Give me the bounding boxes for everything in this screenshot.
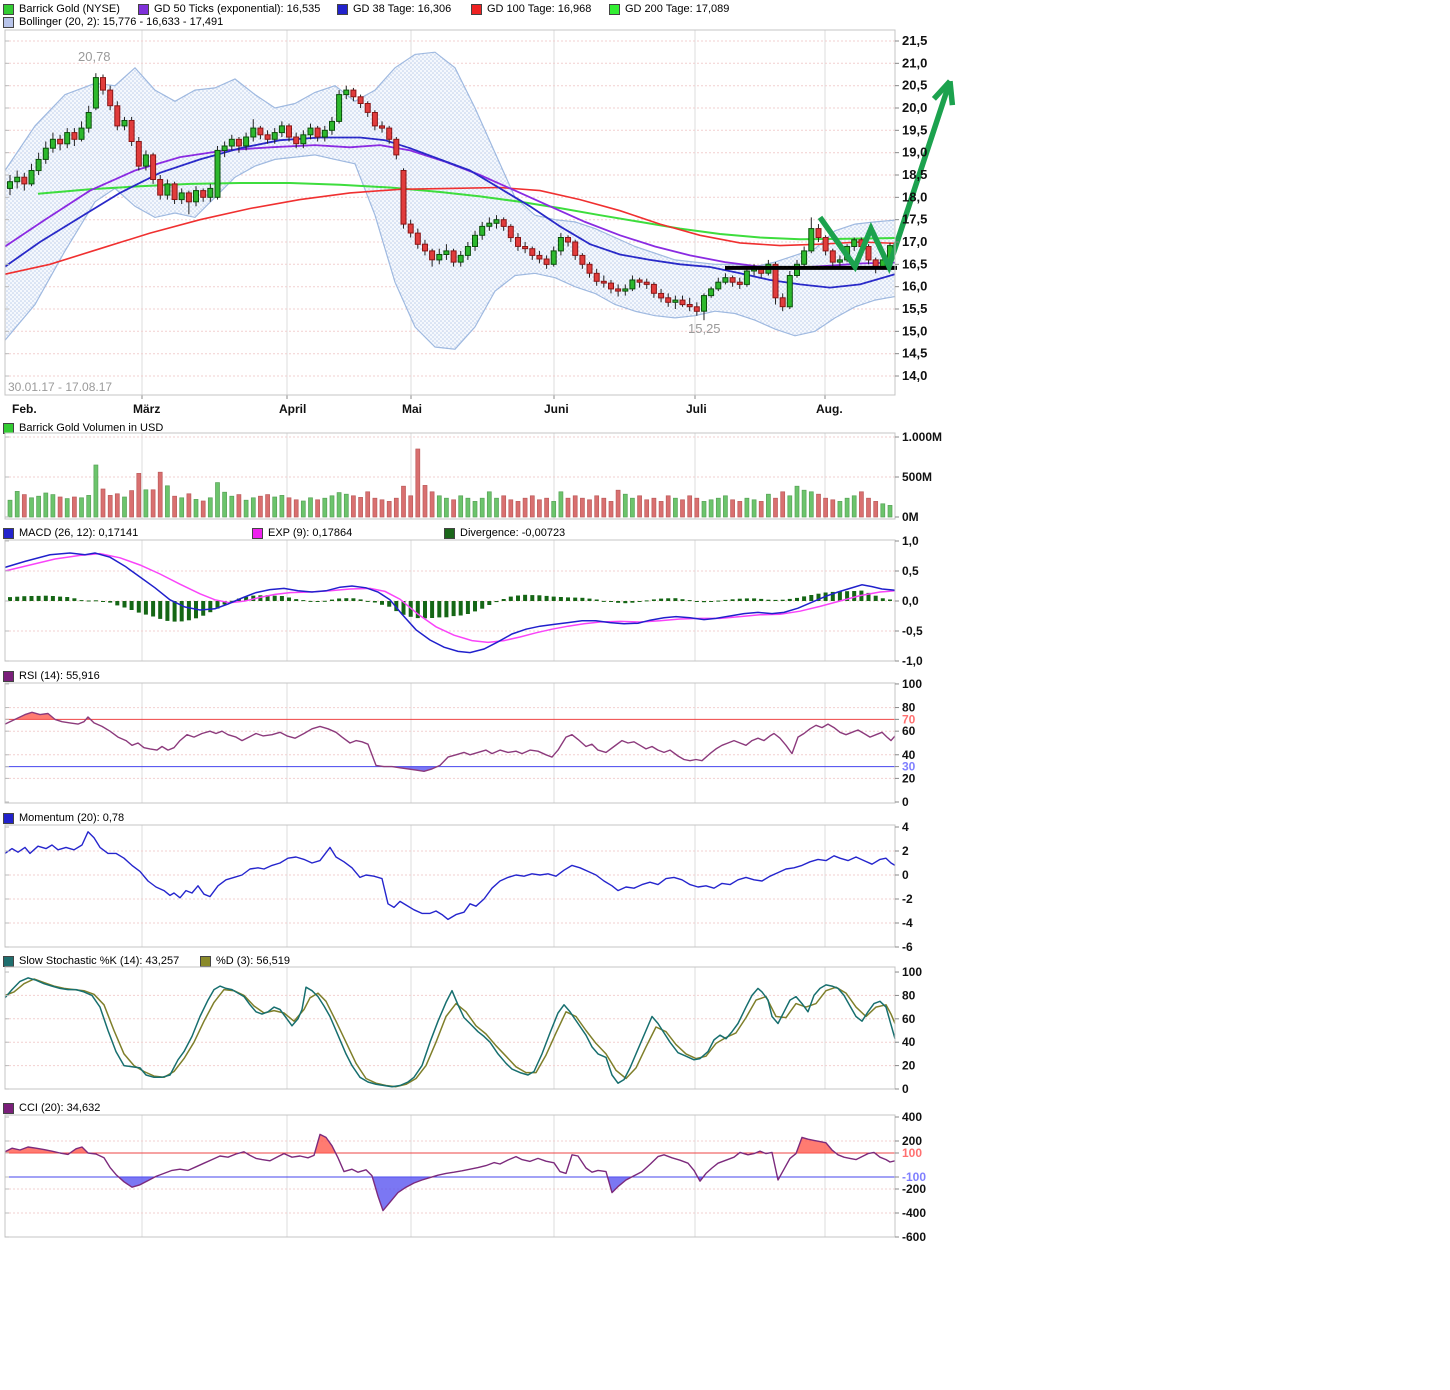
y-axis-tick-label: 20 — [902, 1059, 916, 1073]
x-axis-month-label: Aug. — [816, 402, 843, 416]
y-axis-tick-label: -0,5 — [902, 624, 923, 638]
y-axis-tick-label: 17,5 — [902, 212, 927, 227]
x-axis-month-label: Juli — [686, 402, 707, 416]
y-axis-tick-label: 19,5 — [902, 122, 927, 137]
y-axis-tick-label: 18,5 — [902, 167, 927, 182]
y-axis-tick-label: 40 — [902, 1035, 916, 1049]
y-axis-tick-label: 0 — [902, 1082, 909, 1096]
y-axis-tick-label: 17,0 — [902, 234, 927, 249]
y-axis-tick-label: 0,5 — [902, 564, 919, 578]
y-axis-tick-label: 100 — [902, 965, 922, 979]
volume-panel: 1.000M 500M 0M — [5, 430, 942, 524]
technical-analysis-page: Barrick Gold (NYSE) GD 50 Ticks (exponen… — [0, 0, 1450, 1390]
y-axis-tick-label: 1,0 — [902, 534, 919, 548]
y-axis-tick-label: 15,5 — [902, 301, 927, 316]
x-axis-month-label: Feb. — [12, 402, 37, 416]
x-axis-month-label: April — [279, 402, 306, 416]
y-axis-tick-label: 20 — [902, 771, 916, 785]
y-axis-tick-label: 21,0 — [902, 55, 927, 70]
y-axis-tick-label: 4 — [902, 820, 909, 834]
x-axis-month-label: Mai — [402, 402, 422, 416]
y-axis-tick-label: 0 — [902, 868, 909, 882]
y-axis-tick-label: 1.000M — [902, 430, 942, 444]
chart-canvas: 20,78 15,25 30.01.17 - 17.08.17 Feb. März Apr… — [0, 0, 1450, 1390]
y-axis-tick-label: 60 — [902, 1012, 916, 1026]
y-axis-tick-label: 20,5 — [902, 78, 927, 93]
y-axis-tick-label: -200 — [902, 1182, 926, 1196]
y-axis-tick-label: -600 — [902, 1230, 926, 1244]
x-axis-month-label: Juni — [544, 402, 569, 416]
y-axis-tick-label: 0 — [902, 795, 909, 809]
x-axis-month-label: März — [133, 402, 160, 416]
y-axis-tick-label: 16,0 — [902, 279, 927, 294]
y-axis-tick-label: -400 — [902, 1206, 926, 1220]
y-axis-tick-label: 60 — [902, 724, 916, 738]
rsi-panel: 1008070604030200 — [5, 677, 922, 809]
price-annotation: 20,78 — [78, 49, 111, 64]
y-axis-tick-label: 100 — [902, 1146, 922, 1160]
y-axis-tick-label: 2 — [902, 844, 909, 858]
y-axis-tick-label: 16,5 — [902, 256, 927, 271]
price-annotation: 15,25 — [688, 321, 721, 336]
stoch-panel: 100 80 60 40 20 0 — [5, 965, 922, 1096]
y-axis-tick-label: 21,5 — [902, 33, 927, 48]
y-axis-tick-label: 100 — [902, 677, 922, 691]
macd-panel: 1,0 0,5 0,0 -0,5 -1,0 — [5, 534, 923, 668]
y-axis-tick-label: 0,0 — [902, 594, 919, 608]
y-axis-tick-label: 20,0 — [902, 100, 927, 115]
y-axis-tick-label: 14,5 — [902, 346, 927, 361]
y-axis-tick-label: 15,0 — [902, 323, 927, 338]
y-axis-tick-label: -2 — [902, 892, 913, 906]
y-axis-tick-label: -4 — [902, 916, 913, 930]
cci-panel: 400200100-100-200-400-600 — [5, 1110, 926, 1244]
y-axis-tick-label: 400 — [902, 1110, 922, 1124]
y-axis-tick-label: 500M — [902, 470, 932, 484]
y-axis-tick-label: -6 — [902, 940, 913, 954]
y-axis-tick-label: 18,0 — [902, 189, 927, 204]
y-axis-tick-label: -1,0 — [902, 654, 923, 668]
y-axis-tick-label: 80 — [902, 988, 916, 1002]
momentum-panel: 4 2 0 -2 -4 -6 — [5, 820, 913, 954]
price-panel: 20,78 15,25 30.01.17 - 17.08.17 Feb. März Apr… — [5, 30, 952, 416]
date-range-label: 30.01.17 - 17.08.17 — [8, 380, 112, 394]
y-axis-tick-label: 0M — [902, 510, 919, 524]
y-axis-tick-label: 14,0 — [902, 368, 927, 383]
y-axis-tick-label: 19,0 — [902, 145, 927, 160]
